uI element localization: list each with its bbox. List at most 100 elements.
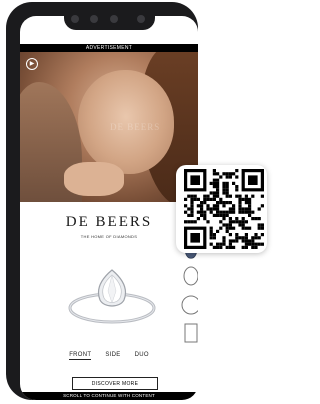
qr-module — [228, 223, 232, 227]
qr-module — [241, 210, 245, 214]
qr-module — [235, 233, 239, 237]
qr-code[interactable] — [184, 169, 264, 249]
qr-module — [187, 207, 191, 211]
qr-module — [203, 213, 207, 217]
qr-module — [209, 229, 213, 233]
diamond-shape-selector[interactable] — [180, 238, 198, 348]
advertisement-label: ADVERTISEMENT — [20, 44, 198, 52]
qr-module — [254, 242, 258, 246]
qr-module — [251, 236, 255, 240]
qr-module — [222, 201, 226, 205]
qr-finder-core — [190, 175, 200, 185]
brand-tagline: THE HOME OF DIAMONDS — [80, 234, 138, 239]
qr-module — [209, 197, 213, 201]
qr-module — [225, 223, 229, 227]
qr-module — [248, 207, 252, 211]
qr-module — [206, 194, 210, 198]
qr-module — [209, 181, 213, 185]
qr-module — [209, 236, 213, 240]
qr-module — [244, 220, 248, 224]
qr-module — [241, 236, 245, 240]
qr-module — [203, 194, 207, 198]
qr-module — [225, 201, 229, 205]
qr-module — [235, 236, 239, 240]
qr-module — [216, 229, 220, 233]
qr-module — [212, 207, 216, 211]
qr-module — [209, 233, 213, 237]
qr-module — [184, 197, 188, 201]
qr-module — [206, 204, 210, 208]
qr-module — [219, 201, 223, 205]
phone-frame: ADVERTISEMENT DE BEERS ▶ DE BEERS THE HO… — [6, 2, 198, 400]
qr-module — [219, 242, 223, 246]
qr-module — [222, 242, 226, 246]
discover-more-button[interactable]: DISCOVER MORE — [72, 377, 158, 390]
qr-module — [260, 226, 264, 230]
qr-module — [244, 194, 248, 198]
qr-module — [222, 172, 226, 176]
emerald-shape-icon — [184, 323, 198, 343]
qr-module — [212, 236, 216, 240]
tab-duo[interactable]: DUO — [135, 352, 149, 360]
qr-module — [209, 242, 213, 246]
qr-module — [244, 201, 248, 205]
qr-module — [232, 220, 236, 224]
qr-module — [228, 194, 232, 198]
qr-module — [257, 242, 261, 246]
qr-module — [232, 172, 236, 176]
scroll-to-continue-bar[interactable]: SCROLL TO CONTINUE WITH CONTENT — [20, 392, 198, 400]
tab-front[interactable]: FRONT — [69, 352, 92, 360]
tab-side[interactable]: SIDE — [105, 352, 120, 360]
qr-module — [196, 217, 200, 221]
qr-module — [241, 245, 245, 249]
qr-module — [212, 178, 216, 182]
qr-module — [254, 245, 258, 249]
qr-module — [248, 242, 252, 246]
qr-module — [190, 197, 194, 201]
qr-module — [196, 204, 200, 208]
qr-module — [190, 210, 194, 214]
qr-module — [235, 188, 239, 192]
qr-module — [228, 226, 232, 230]
qr-module — [219, 226, 223, 230]
qr-module — [228, 233, 232, 237]
qr-module — [257, 236, 261, 240]
camera-dot — [137, 15, 145, 23]
qr-module — [248, 201, 252, 205]
play-icon[interactable]: ▶ — [26, 58, 38, 70]
qr-module — [206, 197, 210, 201]
qr-module — [235, 175, 239, 179]
qr-module — [228, 220, 232, 224]
view-tabs: FRONT SIDE DUO — [20, 352, 198, 360]
qr-module — [212, 181, 216, 185]
ring-image[interactable] — [64, 258, 160, 330]
qr-module — [238, 207, 242, 211]
qr-module — [222, 236, 226, 240]
qr-module — [244, 226, 248, 230]
qr-module — [232, 239, 236, 243]
qr-module — [241, 217, 245, 221]
qr-module — [251, 239, 255, 243]
qr-module — [235, 194, 239, 198]
qr-module — [225, 226, 229, 230]
qr-module — [244, 245, 248, 249]
qr-module — [232, 226, 236, 230]
qr-module — [225, 175, 229, 179]
qr-module — [216, 178, 220, 182]
qr-module — [251, 217, 255, 221]
qr-module — [212, 233, 216, 237]
qr-module — [190, 204, 194, 208]
qr-module — [193, 194, 197, 198]
qr-module — [238, 210, 242, 214]
hero-image[interactable]: DE BEERS ▶ — [20, 52, 198, 202]
qr-module — [254, 233, 258, 237]
qr-module — [212, 197, 216, 201]
qr-module — [203, 210, 207, 214]
qr-module — [187, 220, 191, 224]
qr-module — [203, 197, 207, 201]
qr-module — [260, 223, 264, 227]
qr-module — [238, 201, 242, 205]
qr-module — [238, 220, 242, 224]
phone-screen: ADVERTISEMENT DE BEERS ▶ DE BEERS THE HO… — [20, 16, 198, 400]
qr-module — [222, 223, 226, 227]
